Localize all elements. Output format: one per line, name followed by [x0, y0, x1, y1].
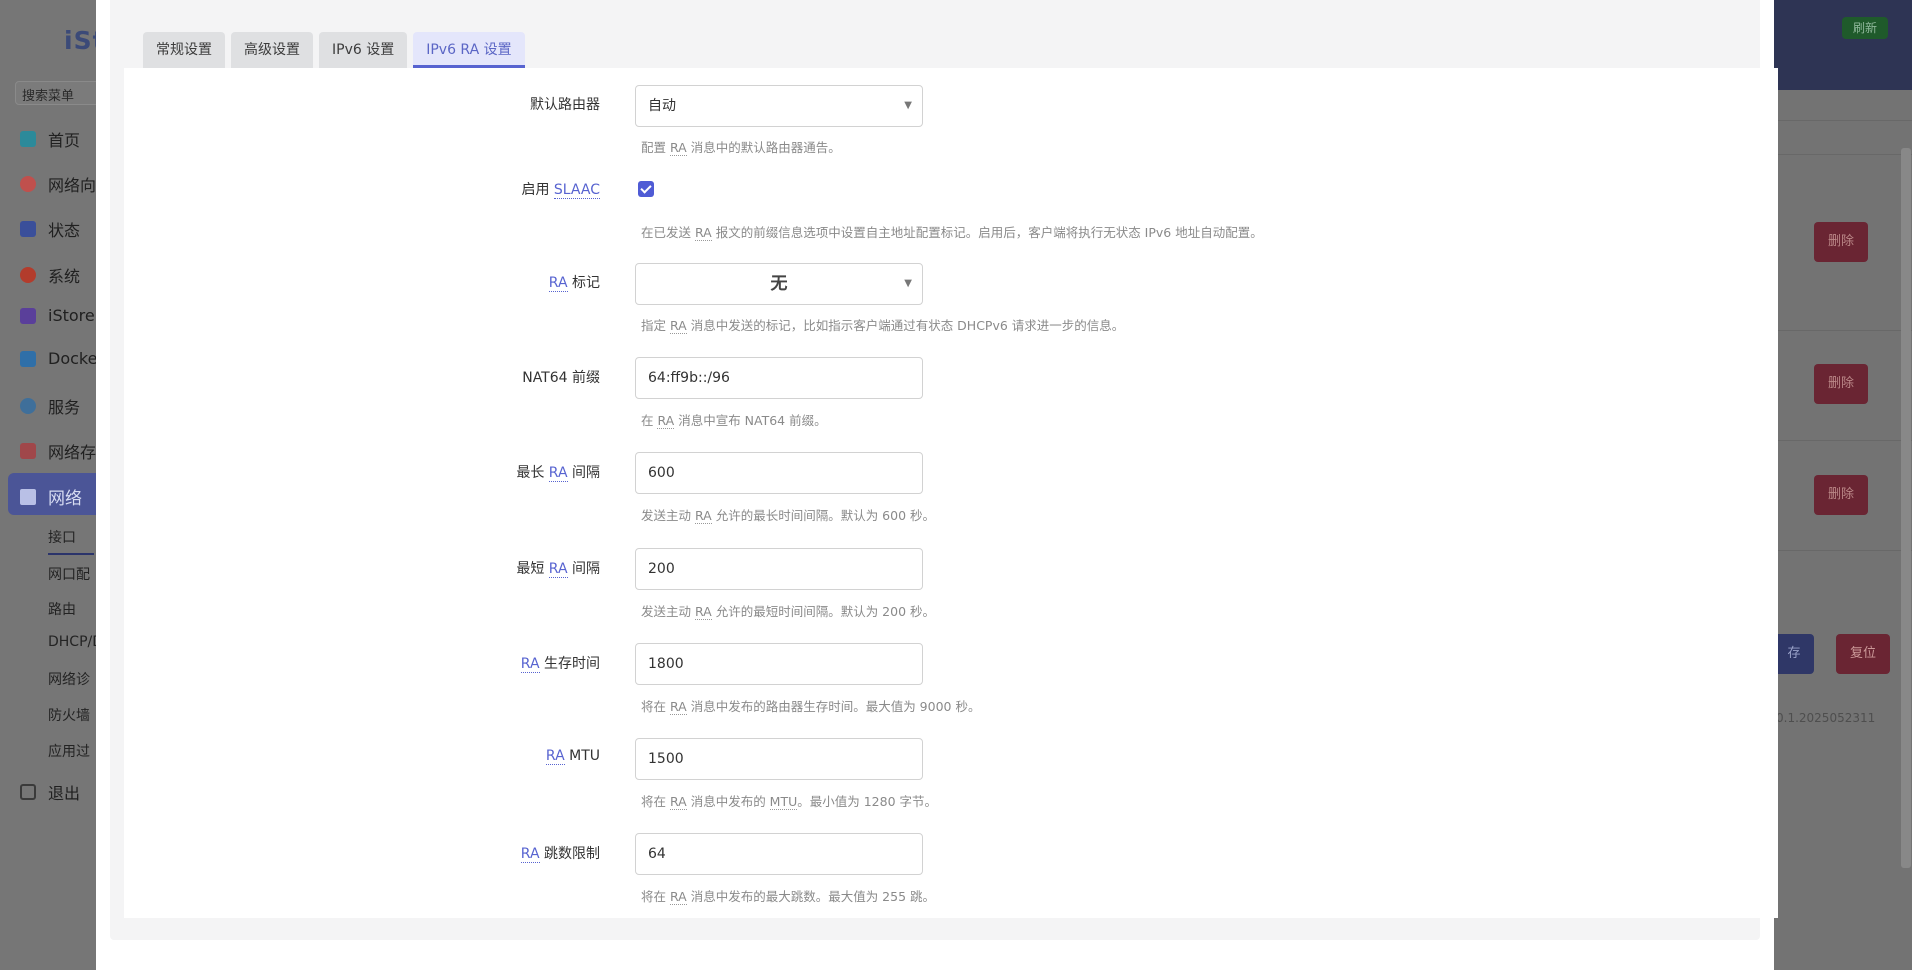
slaac-checkbox[interactable] [638, 181, 654, 197]
app-logo: iSt [64, 26, 96, 55]
field-label: 默认路由器 [530, 97, 600, 113]
gear-icon [20, 267, 36, 283]
field-description: 在已发送 RA 报文的前缀信息选项中设置自主地址配置标记。启用后，客户端将执行无… [641, 225, 1263, 241]
nat64-prefix-input[interactable]: 64:ff9b::/96 [635, 357, 923, 399]
divider [1774, 550, 1912, 551]
ra-lifetime-input[interactable]: 1800 [635, 643, 923, 685]
chevron-down-icon: ▼ [904, 100, 912, 111]
sidebar: iSt 搜索菜单 首页 网络向 状态 系统 iStore Docke 服务 网络… [0, 0, 96, 970]
divider [1774, 330, 1912, 331]
form-row-ra-lifetime: RA 生存时间 1800 将在 RA 消息中发布的路由器生存时间。最大值为 90… [124, 635, 1778, 725]
save-apply-button[interactable]: 存 [1774, 634, 1814, 674]
background-content-right: 刷新 删除 删除 删除 存 复位 0.1.2025052311 [1774, 0, 1912, 970]
tab-ipv6[interactable]: IPv6 设置 [319, 32, 408, 68]
form-row-nat64: NAT64 前缀 64:ff9b::/96 在 RA 消息中宣布 NAT64 前… [124, 349, 1778, 439]
page-scrollbar[interactable] [1901, 148, 1911, 868]
divider [1774, 440, 1912, 441]
form-row-default-router: 默认路由器 自动 ▼ 配置 RA 消息中的默认路由器通告。 [124, 76, 1778, 156]
field-description: 发送主动 RA 允许的最长时间间隔。默认为 600 秒。 [641, 508, 935, 524]
field-label: 启用 SLAAC [521, 182, 600, 199]
network-icon [20, 488, 36, 505]
field-label: 最短 RA 间隔 [516, 561, 600, 578]
select-value: 无 [770, 274, 788, 294]
sidebar-item-logout[interactable]: 退出 [20, 780, 80, 804]
field-label: NAT64 前缀 [522, 370, 600, 386]
subnav-dhcp[interactable]: DHCP/D [48, 634, 96, 650]
max-ra-interval-input[interactable]: 600 [635, 452, 923, 494]
form-row-ra-mtu: RA MTU 1500 将在 RA 消息中发布的 MTU。最小值为 1280 字… [124, 730, 1778, 820]
delete-button[interactable]: 删除 [1814, 364, 1868, 404]
field-label: RA 标记 [548, 275, 600, 292]
ra-mtu-input[interactable]: 1500 [635, 738, 923, 780]
field-label: 最长 RA 间隔 [516, 465, 600, 482]
reset-button[interactable]: 复位 [1836, 634, 1890, 674]
form-row-max-ra-interval: 最长 RA 间隔 600 发送主动 RA 允许的最长时间间隔。默认为 600 秒… [124, 444, 1778, 534]
version-text: 0.1.2025052311 [1776, 711, 1876, 725]
sidebar-item-wizard[interactable]: 网络向 [20, 172, 96, 196]
sidebar-item-home[interactable]: 首页 [20, 127, 80, 151]
subnav-routes[interactable]: 路由 [48, 599, 76, 619]
sidebar-item-nas[interactable]: 网络存 [20, 439, 96, 463]
field-description: 指定 RA 消息中发送的标记，比如指示客户端通过有状态 DHCPv6 请求进一步… [641, 318, 1125, 334]
field-label: RA 跳数限制 [520, 846, 600, 863]
sidebar-item-network-label: 网络 [20, 484, 82, 509]
form-row-ra-flags: RA 标记 无 ▼ 指定 RA 消息中发送的标记，比如指示客户端通过有状态 DH… [124, 254, 1778, 344]
wizard-icon [20, 176, 36, 192]
chevron-down-icon: ▼ [904, 278, 912, 289]
ra-flags-select[interactable]: 无 ▼ [635, 263, 923, 305]
delete-button[interactable]: 删除 [1814, 475, 1868, 515]
field-label: RA MTU [545, 748, 600, 765]
field-description: 在 RA 消息中宣布 NAT64 前缀。 [641, 413, 827, 429]
settings-tabs: 常规设置 高级设置 IPv6 设置 IPv6 RA 设置 [143, 32, 531, 68]
tab-advanced[interactable]: 高级设置 [231, 32, 313, 68]
dashboard-icon [20, 131, 36, 147]
tab-general[interactable]: 常规设置 [143, 32, 225, 68]
field-description: 将在 RA 消息中发布的最大跳数。最大值为 255 跳。 [641, 889, 935, 905]
field-description: 将在 RA 消息中发布的 MTU。最小值为 1280 字节。 [641, 794, 938, 810]
delete-button[interactable]: 删除 [1814, 222, 1868, 262]
subnav-active-indicator [48, 553, 94, 555]
sidebar-item-istore[interactable]: iStore [20, 306, 95, 325]
storage-icon [20, 443, 36, 459]
form-row-slaac: 启用 SLAAC 在已发送 RA 报文的前缀信息选项中设置自主地址配置标记。启用… [124, 168, 1778, 248]
default-router-select[interactable]: 自动 ▼ [635, 85, 923, 127]
subnav-diagnostics[interactable]: 网络诊 [48, 669, 90, 689]
field-description: 将在 RA 消息中发布的路由器生存时间。最大值为 9000 秒。 [641, 699, 981, 715]
header-bar: 刷新 [1774, 0, 1912, 90]
subnav-port-config[interactable]: 网口配 [48, 564, 90, 584]
status-grid-icon [20, 221, 36, 237]
form-row-min-ra-interval: 最短 RA 间隔 200 发送主动 RA 允许的最短时间间隔。默认为 200 秒… [124, 540, 1778, 630]
store-icon [20, 307, 36, 324]
tab-ipv6-ra[interactable]: IPv6 RA 设置 [413, 32, 525, 68]
subnav-firewall[interactable]: 防火墙 [48, 705, 90, 725]
sidebar-item-system[interactable]: 系统 [20, 263, 80, 287]
ipv6-ra-settings-panel: 默认路由器 自动 ▼ 配置 RA 消息中的默认路由器通告。 启用 SLAAC 在… [124, 68, 1778, 918]
subnav-app-filter[interactable]: 应用过 [48, 741, 90, 761]
docker-icon [20, 350, 36, 367]
divider [1774, 120, 1912, 121]
sidebar-item-docker[interactable]: Docke [20, 349, 96, 368]
subnav-interfaces[interactable]: 接口 [48, 527, 76, 547]
field-label: RA 生存时间 [520, 656, 600, 673]
ra-hop-limit-input[interactable]: 64 [635, 833, 923, 875]
field-description: 发送主动 RA 允许的最短时间间隔。默认为 200 秒。 [641, 604, 935, 620]
min-ra-interval-input[interactable]: 200 [635, 548, 923, 590]
sidebar-item-status[interactable]: 状态 [20, 217, 80, 241]
form-row-ra-hop-limit: RA 跳数限制 64 将在 RA 消息中发布的最大跳数。最大值为 255 跳。 [124, 825, 1778, 915]
logout-icon [20, 784, 36, 800]
divider [1774, 154, 1912, 155]
menu-search-input[interactable]: 搜索菜单 [15, 81, 96, 105]
select-value: 自动 [648, 98, 676, 114]
refresh-button[interactable]: 刷新 [1842, 17, 1888, 39]
services-icon [20, 398, 36, 414]
sidebar-item-services[interactable]: 服务 [20, 394, 80, 418]
field-description: 配置 RA 消息中的默认路由器通告。 [641, 140, 841, 156]
